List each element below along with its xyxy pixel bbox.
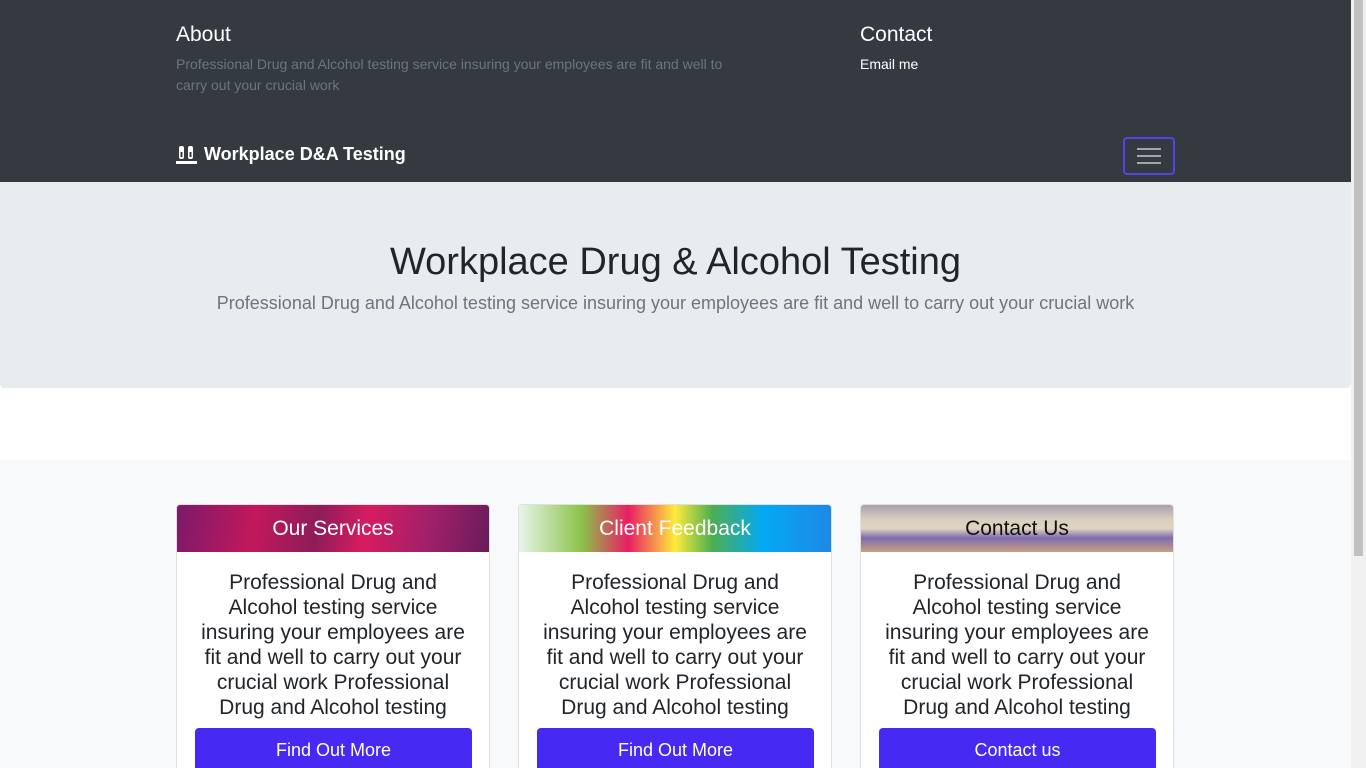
card-body: Professional Drug and Alcohol testing se… — [177, 552, 489, 768]
about-text: Professional Drug and Alcohol testing se… — [176, 56, 723, 93]
card-text: Professional Drug and Alcohol testing se… — [201, 571, 465, 719]
hero-subtitle: Professional Drug and Alcohol testing se… — [216, 293, 1135, 313]
section-spacer — [0, 388, 1351, 460]
brand-label: Workplace D&A Testing — [204, 144, 406, 164]
card-title: Our Services — [272, 516, 394, 540]
contact-section: Contact Email me — [860, 22, 1175, 74]
navbar-toggler-button[interactable] — [1123, 137, 1175, 175]
card-title: Client Feedback — [599, 516, 751, 540]
email-me-link[interactable]: Email me — [860, 56, 918, 72]
contact-us-button[interactable]: Contact us — [879, 728, 1156, 768]
card-client-feedback: Client Feedback Professional Drug and Al… — [518, 504, 832, 768]
about-section: About Professional Drug and Alcohol test… — [176, 22, 756, 96]
card-contact-us: Contact Us Professional Drug and Alcohol… — [860, 504, 1174, 768]
hero-title: Workplace Drug & Alcohol Testing — [389, 241, 961, 283]
scrollbar-thumb[interactable] — [1354, 0, 1363, 556]
vertical-scrollbar[interactable] — [1351, 0, 1366, 768]
card-text: Professional Drug and Alcohol testing se… — [543, 571, 807, 719]
contact-title: Contact — [860, 23, 933, 46]
navbar: Workplace D&A Testing — [176, 137, 1175, 175]
card-body: Professional Drug and Alcohol testing se… — [861, 552, 1173, 768]
test-tubes-icon — [176, 145, 198, 165]
card-text: Professional Drug and Alcohol testing se… — [885, 571, 1149, 719]
top-header: About Professional Drug and Alcohol test… — [0, 0, 1351, 182]
hamburger-menu-icon — [1137, 155, 1161, 157]
card-title: Contact Us — [965, 516, 1069, 540]
cards-section: Our Services Professional Drug and Alcoh… — [0, 460, 1351, 768]
page: About Professional Drug and Alcohol test… — [0, 0, 1351, 768]
about-title: About — [176, 23, 231, 46]
card-body: Professional Drug and Alcohol testing se… — [519, 552, 831, 768]
card-header-image: Client Feedback — [519, 505, 831, 552]
find-out-more-button[interactable]: Find Out More — [537, 728, 814, 768]
card-header-image: Our Services — [177, 505, 489, 552]
find-out-more-button[interactable]: Find Out More — [195, 728, 472, 768]
card-header-image: Contact Us — [861, 505, 1173, 552]
card-our-services: Our Services Professional Drug and Alcoh… — [176, 504, 490, 768]
hero-section: Workplace Drug & Alcohol Testing Profess… — [0, 182, 1351, 388]
brand-link[interactable]: Workplace D&A Testing — [176, 144, 406, 165]
